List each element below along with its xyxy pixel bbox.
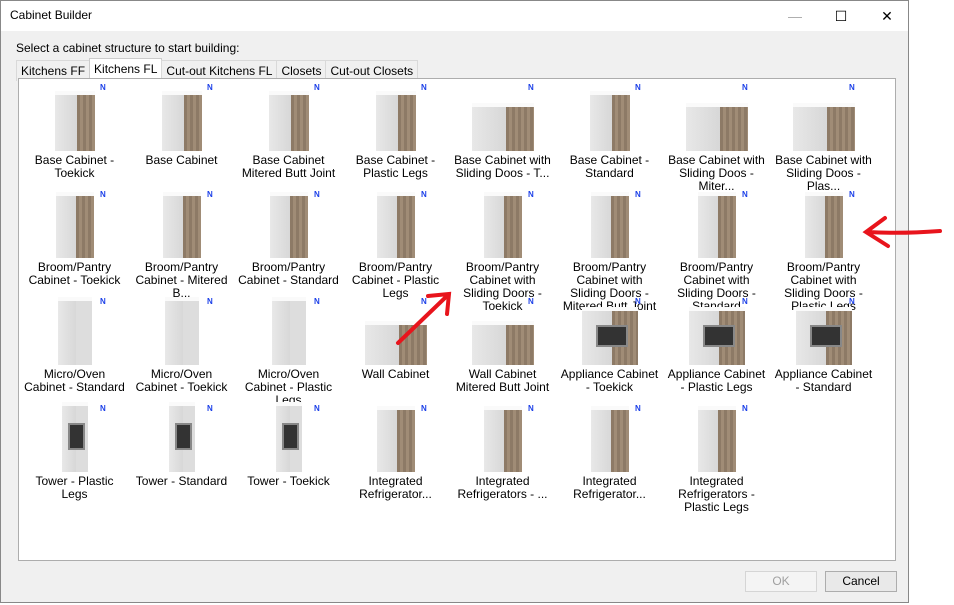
red-arrow-right: [862, 216, 942, 248]
annotation-arrows: [396, 216, 942, 345]
red-arrow-diagonal: [396, 291, 452, 345]
